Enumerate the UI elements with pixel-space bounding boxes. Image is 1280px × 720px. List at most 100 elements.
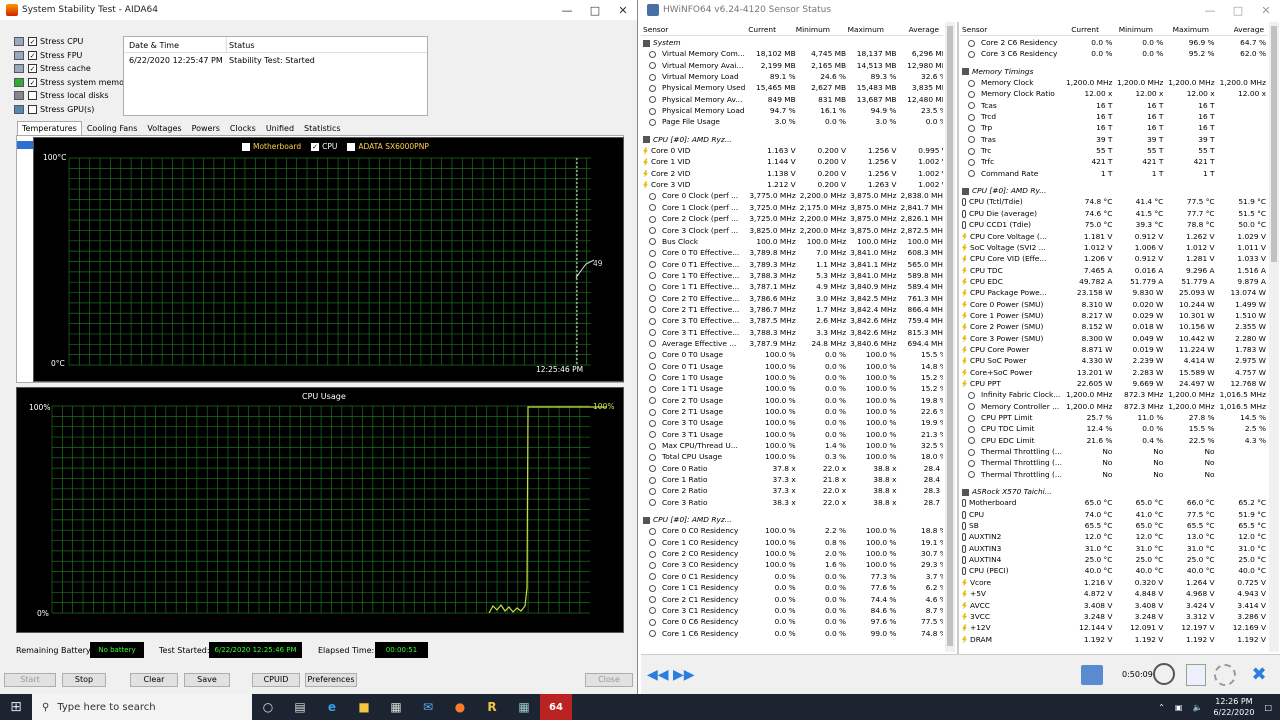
sensor-row[interactable]: Bus Clock 100.0 MHz 100.0 MHz 100.0 MHz 100.… [641, 236, 943, 247]
app-r-icon[interactable]: R [476, 694, 508, 720]
sensor-row[interactable]: Core 2 C0 Residency 100.0 % 2.0 % 100.0 % 30… [641, 548, 943, 559]
stress-gpu-option[interactable]: Stress GPU(s) [14, 103, 132, 117]
sensor-row[interactable]: Total CPU Usage 100.0 % 0.3 % 100.0 % 18.0 % [641, 451, 943, 462]
sensor-row[interactable]: Core 1 C1 Residency 0.0 % 0.0 % 77.6 % 6.2 % [641, 582, 943, 593]
sensor-row[interactable]: Core 2 C1 Residency 0.0 % 0.0 % 74.4 % 4.6 % [641, 594, 943, 605]
sensor-row[interactable]: Trcd 16 T 16 T 16 T [960, 111, 1268, 122]
sensor-row[interactable]: Core 3 Clock (perf ... 3,825.0 MHz 2,200.0… [641, 225, 943, 236]
sensor-row[interactable]: Tras 39 T 39 T 39 T [960, 134, 1268, 145]
edge-icon[interactable]: e [316, 694, 348, 720]
checkbox[interactable]: ✓ [28, 37, 37, 47]
notification-icon[interactable]: □ [1264, 703, 1272, 712]
sensor-row[interactable]: Core 0 C6 Residency 0.0 % 0.0 % 97.6 % 77.5 … [641, 616, 943, 627]
col-sensor[interactable]: Sensor [960, 23, 1044, 35]
preferences-button[interactable]: Preferences [305, 673, 357, 687]
stress-fpu-option[interactable]: ✓ Stress FPU [14, 49, 132, 63]
stress-memory-option[interactable]: ✓ Stress system memory [14, 76, 132, 90]
cortana-icon[interactable]: ○ [252, 694, 284, 720]
add-report-icon[interactable] [1186, 664, 1206, 686]
sensor-row[interactable]: Average Effective ... 3,787.9 MHz 24.8 MHz… [641, 338, 943, 349]
sensor-row[interactable]: Core 0 C1 Residency 0.0 % 0.0 % 77.3 % 3.7 % [641, 571, 943, 582]
sensor-row[interactable]: +5V 4.872 V 4.848 V 4.968 V 4.943 V [960, 588, 1268, 599]
sensor-row[interactable]: Vcore 1.216 V 0.320 V 1.264 V 0.725 V [960, 577, 1268, 588]
sensor-row[interactable]: Physical Memory Load 94.7 % 16.1 % 94.9 % 23… [641, 105, 943, 116]
aida64-taskbar-icon[interactable]: 64 [540, 694, 572, 720]
right-scrollbar[interactable] [1269, 22, 1279, 652]
sensor-row[interactable]: 3VCC 3.248 V 3.248 V 3.312 V 3.286 V [960, 611, 1268, 622]
sensor-row[interactable]: AVCC 3.408 V 3.408 V 3.424 V 3.414 V [960, 600, 1268, 611]
sensor-group-row[interactable]: CPU [#0]: AMD Ryz... [641, 134, 943, 145]
sensor-row[interactable]: AUXTIN3 31.0 °C 31.0 °C 31.0 °C 31.0 °C [960, 543, 1268, 554]
sensor-row[interactable]: Core 0 T1 Effective... 3,789.3 MHz 1.1 MHz… [641, 259, 943, 270]
sensor-row[interactable]: CPU TDC 7.465 A 0.016 A 9.296 A 1.516 A [960, 265, 1268, 276]
sensor-row[interactable]: +12V 12.144 V 12.091 V 12.197 V 12.169 V [960, 622, 1268, 633]
sensor-row[interactable]: Trc 55 T 55 T 55 T [960, 145, 1268, 156]
checkbox[interactable]: ✓ [28, 64, 37, 74]
tab-clocks[interactable]: Clocks [225, 121, 261, 136]
sensor-group-row[interactable]: Memory Timings [960, 66, 1268, 77]
close-sensors-icon[interactable]: ✖ [1247, 664, 1271, 686]
sensor-row[interactable]: Memory Clock 1,200.0 MHz 1,200.0 MHz 1,200.… [960, 77, 1268, 88]
sensor-row[interactable]: CPU 74.0 °C 41.0 °C 77.5 °C 51.9 °C [960, 509, 1268, 520]
sensor-row[interactable]: CPU TDC Limit 12.4 % 0.0 % 15.5 % 2.5 % [960, 423, 1268, 434]
tab-temperatures[interactable]: Temperatures [17, 121, 82, 136]
sensor-row[interactable]: CPU Package Powe... 23.158 W 9.830 W 25.093… [960, 287, 1268, 298]
arrow-right-icon[interactable]: ▶▶ [673, 667, 695, 683]
close-button[interactable]: ✕ [1252, 4, 1280, 17]
settings-icon[interactable] [1214, 664, 1236, 686]
checkbox[interactable]: ✓ [28, 77, 37, 87]
sensor-row[interactable]: Command Rate 1 T 1 T 1 T [960, 168, 1268, 179]
sensor-row[interactable]: Core 2 Clock (perf ... 3,725.0 MHz 2,200.0… [641, 213, 943, 224]
sensor-row[interactable]: CPU SoC Power 4.330 W 2.239 W 4.414 W 2.975 … [960, 355, 1268, 366]
sensor-row[interactable]: Thermal Throttling (... No No No [960, 446, 1268, 457]
sensor-row[interactable]: Core 1 T0 Effective... 3,788.3 MHz 5.3 MHz… [641, 270, 943, 281]
stress-cpu-option[interactable]: ✓ Stress CPU [14, 35, 132, 49]
sensor-row[interactable]: Core 3 Power (SMU) 8.300 W 0.049 W 10.442 W… [960, 333, 1268, 344]
sensor-row[interactable]: Memory Clock Ratio 12.00 x 12.00 x 12.00 x 1… [960, 88, 1268, 99]
sensor-row[interactable]: Core 2 T1 Usage 100.0 % 0.0 % 100.0 % 22.6 % [641, 406, 943, 417]
minimize-button[interactable]: — [1196, 4, 1224, 17]
legend-adata[interactable]: ADATA SX6000PNP [347, 142, 429, 151]
sensor-row[interactable]: Core 3 C1 Residency 0.0 % 0.0 % 84.6 % 8.7 % [641, 605, 943, 616]
sensor-row[interactable]: Core 2 Power (SMU) 8.152 W 0.018 W 10.156 W… [960, 321, 1268, 332]
sensor-row[interactable]: Core 3 Ratio 38.3 x 22.0 x 38.8 x 28.7 x [641, 497, 943, 508]
col-minimum[interactable]: Minimum [778, 23, 832, 35]
tab-powers[interactable]: Powers [187, 121, 225, 136]
sensor-row[interactable]: Memory Controller ... 1,200.0 MHz 872.3 MH… [960, 401, 1268, 412]
sensor-row[interactable]: CPU CCD1 (Tdie) 75.0 °C 39.3 °C 78.8 °C 50.0… [960, 219, 1268, 230]
col-sensor[interactable]: Sensor [641, 23, 726, 35]
arrow-left-icon[interactable]: ◀◀ [647, 667, 669, 683]
sensor-row[interactable]: Physical Memory Used 15,465 MB 2,627 MB 15,… [641, 82, 943, 93]
sensor-row[interactable]: Core 0 Clock (perf ... 3,775.0 MHz 2,200.0… [641, 190, 943, 201]
network-tray-icon[interactable]: ▣ [1175, 703, 1183, 712]
sensor-row[interactable]: Physical Memory Av... 849 MB 831 MB 13,687 … [641, 94, 943, 105]
checkbox[interactable] [28, 91, 37, 101]
sensor-row[interactable]: CPU Core VID (Effe... 1.206 V 0.912 V 1.281… [960, 253, 1268, 264]
sensor-row[interactable]: Virtual Memory Avai... 2,199 MB 2,165 MB 14… [641, 60, 943, 71]
col-maximum[interactable]: Maximum [832, 23, 886, 35]
col-average[interactable]: Average [1211, 23, 1266, 35]
sensor-row[interactable]: Core 0 T0 Usage 100.0 % 0.0 % 100.0 % 15.5 % [641, 349, 943, 360]
sensor-row[interactable]: Thermal Throttling (... No No No [960, 469, 1268, 480]
sensor-row[interactable]: Thermal Throttling (... No No No [960, 457, 1268, 468]
sensor-row[interactable]: Trp 16 T 16 T 16 T [960, 122, 1268, 133]
sensor-row[interactable]: Core 2 VID 1.138 V 0.200 V 1.256 V 1.002 V [641, 168, 943, 179]
store-icon[interactable]: ▦ [380, 694, 412, 720]
file-explorer-icon[interactable]: ■ [348, 694, 380, 720]
sensor-group-row[interactable]: CPU [#0]: AMD Ry... [960, 185, 1268, 196]
sensor-row[interactable]: Core 1 Clock (perf ... 3,725.0 MHz 2,175.0… [641, 202, 943, 213]
tab-unified[interactable]: Unified [261, 121, 299, 136]
search-input[interactable]: ⚲ Type here to search [32, 694, 252, 720]
checkbox[interactable]: ✓ [28, 50, 37, 60]
sensor-row[interactable]: SB 65.5 °C 65.0 °C 65.5 °C 65.5 °C [960, 520, 1268, 531]
aida64-titlebar[interactable]: System Stability Test - AIDA64 — □ ✕ [0, 0, 637, 20]
sensor-row[interactable]: Core 1 C0 Residency 100.0 % 0.8 % 100.0 % 19… [641, 537, 943, 548]
sensor-row[interactable]: CPU (PECI) 40.0 °C 40.0 °C 40.0 °C 40.0 °C [960, 565, 1268, 576]
cpuid-button[interactable]: CPUID [252, 673, 300, 687]
sensor-group-row[interactable]: ASRock X570 Taichi... [960, 486, 1268, 497]
clock-icon[interactable] [1153, 663, 1175, 685]
sensor-row[interactable]: AUXTIN2 12.0 °C 12.0 °C 13.0 °C 12.0 °C [960, 531, 1268, 542]
checkbox[interactable] [28, 104, 37, 114]
sensor-row[interactable]: Core 0 VID 1.163 V 0.200 V 1.256 V 0.995 V [641, 145, 943, 156]
sensor-row[interactable]: Core 0 T0 Effective... 3,789.8 MHz 7.0 MHz… [641, 247, 943, 258]
